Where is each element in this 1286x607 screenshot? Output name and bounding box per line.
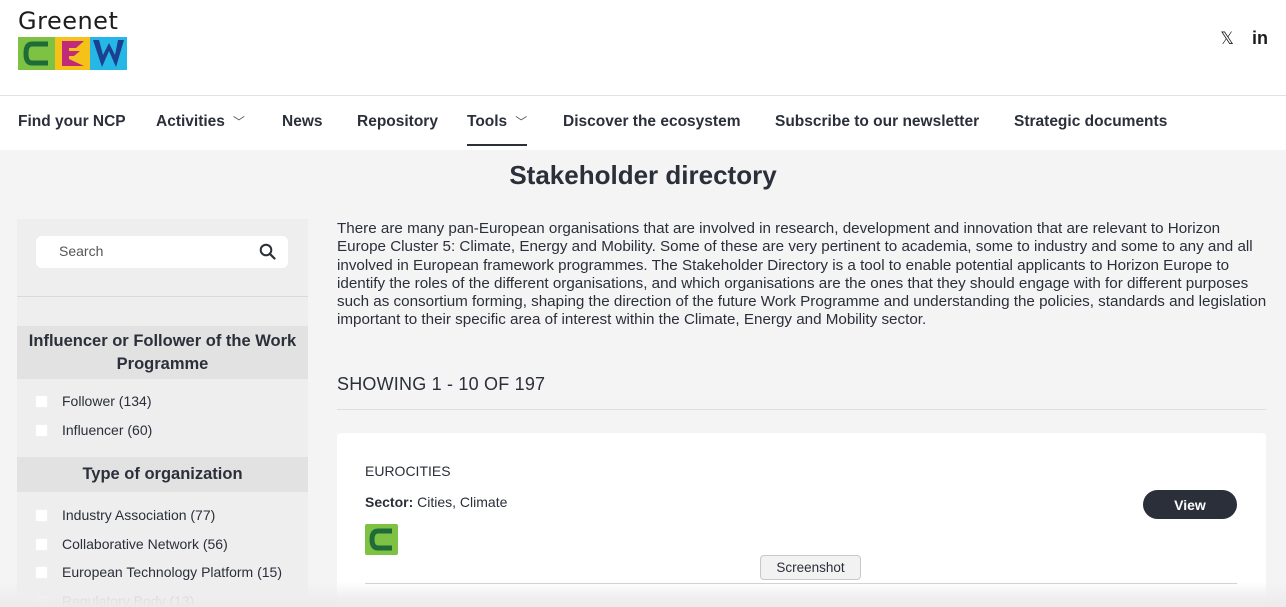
facet-title-type-of-organization: Type of organization <box>17 457 308 492</box>
facet-option-label: European Technology Platform (15) <box>62 564 282 580</box>
logo-mark-icon <box>18 37 127 70</box>
facet-option-regulatory-body[interactable]: Regulatory Body (13) <box>35 591 194 607</box>
nav-item-activities[interactable]: Activities ﹀ <box>156 96 245 151</box>
nav-label: Strategic documents <box>1014 113 1168 130</box>
x-icon[interactable]: 𝕏 <box>1220 29 1234 49</box>
nav-item-tools[interactable]: Tools ﹀ <box>467 96 528 151</box>
nav-label: Repository <box>357 113 438 130</box>
checkbox[interactable] <box>35 594 48 607</box>
nav-item-discover-the-ecosystem[interactable]: Discover the ecosystem <box>563 96 740 151</box>
results-count: SHOWING 1 - 10 OF 197 <box>337 374 546 394</box>
result-card: EUROCITIES Sector: Cities, Climate View <box>337 433 1266 607</box>
chevron-down-icon: ﹀ <box>232 115 245 129</box>
chevron-down-icon: ﹀ <box>515 115 528 129</box>
sidebar-divider <box>17 296 308 297</box>
nav-label: Discover the ecosystem <box>563 113 741 130</box>
nav-label: Activities <box>156 113 225 130</box>
facet-option-label: Influencer (60) <box>62 422 153 438</box>
nav-item-find-your-ncp[interactable]: Find your NCP <box>18 96 126 151</box>
search-input[interactable] <box>59 243 249 259</box>
facet-option-label: Regulatory Body (13) <box>62 593 195 607</box>
facet-option-label: Industry Association (77) <box>62 507 216 523</box>
nav-item-repository[interactable]: Repository <box>357 96 438 151</box>
filter-sidebar: Influencer or Follower of the Work Progr… <box>17 219 308 607</box>
intro-paragraph: There are many pan-European organisation… <box>337 220 1267 329</box>
screenshot-tooltip: Screenshot <box>760 555 861 580</box>
card-divider <box>365 583 1237 584</box>
search-icon[interactable] <box>259 243 276 265</box>
facet-option-label: Follower (134) <box>62 393 152 409</box>
checkbox[interactable] <box>35 508 48 522</box>
facet-option-follower[interactable]: Follower (134) <box>35 391 151 411</box>
view-button[interactable]: View <box>1143 490 1237 519</box>
nav-label: Subscribe to our newsletter <box>775 113 980 130</box>
main-navigation: Find your NCP Activities ﹀ News Repositor… <box>0 95 1286 150</box>
site-logo[interactable]: Greenet <box>18 8 127 70</box>
linkedin-icon[interactable]: in <box>1252 28 1268 49</box>
sector-value: Cities, Climate <box>417 494 508 510</box>
stakeholder-name: EUROCITIES <box>365 463 451 479</box>
checkbox[interactable] <box>35 565 48 579</box>
nav-label: Tools <box>467 113 508 130</box>
checkbox[interactable] <box>35 537 48 551</box>
social-links: 𝕏 in <box>1220 28 1268 49</box>
facet-option-european-technology-platform[interactable]: European Technology Platform (15) <box>35 562 282 582</box>
page-title: Stakeholder directory <box>509 160 777 190</box>
nav-item-strategic-documents[interactable]: Strategic documents <box>1014 96 1167 151</box>
search-box <box>36 236 288 268</box>
checkbox[interactable] <box>35 394 48 408</box>
facet-option-influencer[interactable]: Influencer (60) <box>35 420 152 440</box>
facet-option-industry-association[interactable]: Industry Association (77) <box>35 505 215 525</box>
cities-sector-icon <box>365 524 398 560</box>
stakeholder-sector: Sector: Cities, Climate <box>365 494 507 510</box>
logo-text: Greenet <box>18 7 119 35</box>
results-divider <box>337 409 1266 410</box>
nav-item-subscribe-newsletter[interactable]: Subscribe to our newsletter <box>775 96 979 151</box>
site-header: Greenet 𝕏 in <box>0 0 1286 95</box>
sector-label: Sector: <box>365 494 414 510</box>
facet-option-collaborative-network[interactable]: Collaborative Network (56) <box>35 534 228 554</box>
facet-option-label: Collaborative Network (56) <box>62 536 228 552</box>
nav-label: Find your NCP <box>18 113 126 130</box>
nav-label: News <box>282 113 323 130</box>
facet-title-influencer-follower: Influencer or Follower of the Work Progr… <box>17 326 308 379</box>
nav-item-news[interactable]: News <box>282 96 323 151</box>
checkbox[interactable] <box>35 423 48 437</box>
